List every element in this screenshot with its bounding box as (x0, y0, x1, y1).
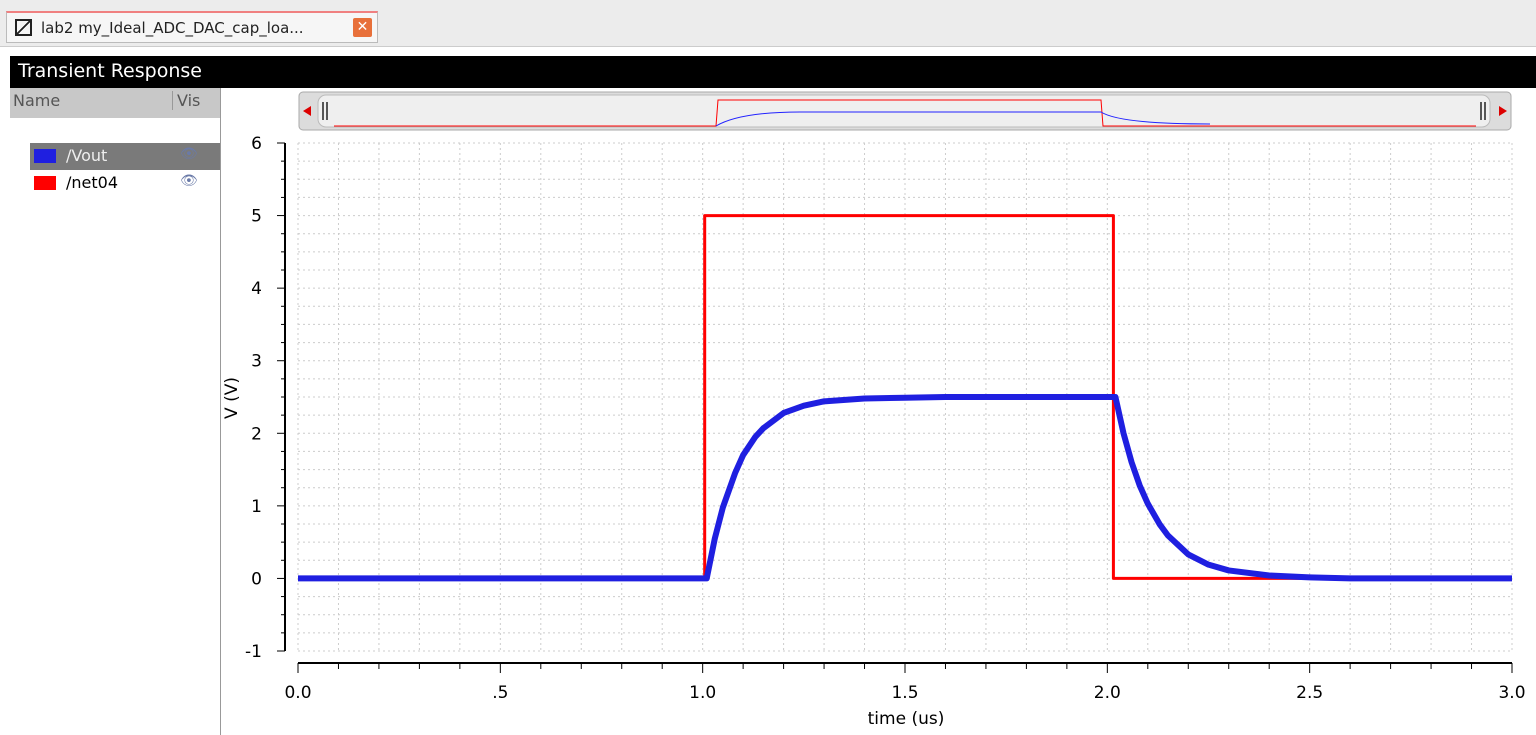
x-tick-label: 0.0 (284, 683, 311, 703)
y-tick-label: 6 (251, 134, 262, 154)
x-tick-label: 2.0 (1094, 683, 1121, 703)
y-tick-label: 3 (251, 352, 262, 372)
y-tick-label: 1 (251, 497, 262, 517)
x-axis-label: time (us) (868, 709, 945, 729)
x-tick-label: 1.0 (689, 683, 716, 703)
overview-scrollbar[interactable] (298, 91, 1512, 131)
x-tick-label: 3.0 (1498, 683, 1525, 703)
y-axis-label: V (V) (222, 377, 242, 419)
y-tick-label: 2 (251, 424, 262, 444)
x-tick-label: .5 (492, 683, 508, 703)
y-tick-label: -1 (245, 642, 262, 662)
x-tick-label: 2.5 (1296, 683, 1323, 703)
y-tick-label: 5 (251, 207, 262, 227)
y-tick-label: 4 (251, 279, 262, 299)
y-tick-label: 0 (251, 569, 262, 589)
x-tick-label: 1.5 (891, 683, 918, 703)
chart: 6543210-10.0.5 1.0 1.5 2.0 2.5 3.0 time (us) … (222, 91, 1526, 729)
